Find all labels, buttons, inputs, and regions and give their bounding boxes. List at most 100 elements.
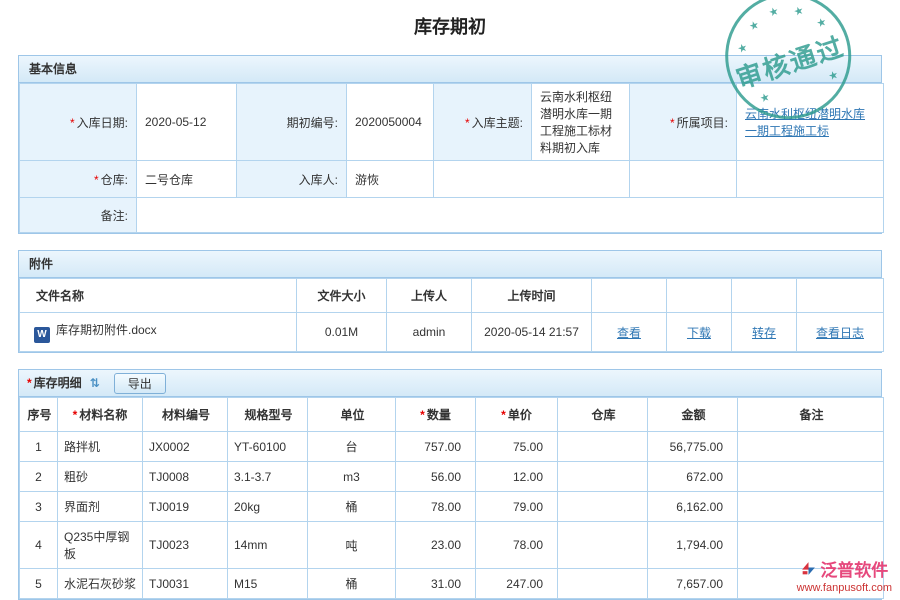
col-remark: 备注	[738, 398, 884, 432]
save-as-link[interactable]: 转存	[752, 326, 776, 340]
in-person-label-text: 入库人:	[299, 173, 338, 187]
attachment-row: W库存期初附件.docx 0.01M admin 2020-05-14 21:5…	[20, 313, 884, 352]
col-material-code-label: 材料编号	[162, 408, 210, 422]
basic-info-header: 基本信息	[19, 56, 881, 83]
cell-seq: 1	[20, 432, 58, 462]
remark-label-text: 备注:	[101, 209, 128, 223]
cell-warehouse	[558, 462, 648, 492]
cell-spec: 14mm	[228, 522, 308, 569]
cell-seq: 2	[20, 462, 58, 492]
detail-header: *库存明细 ⇅ 导出	[19, 370, 881, 397]
in-date-label-text: 入库日期:	[77, 116, 128, 130]
export-button[interactable]: 导出	[114, 373, 166, 394]
col-action	[667, 279, 732, 313]
required-mark: *	[670, 116, 675, 130]
cell-remark	[738, 432, 884, 462]
col-spec: 规格型号	[228, 398, 308, 432]
detail-table: 序号 *材料名称 材料编号 规格型号 单位 *数量 *单价 仓库 金额 备注 1…	[19, 397, 884, 599]
sort-icon[interactable]: ⇅	[90, 370, 100, 396]
col-unit: 单位	[308, 398, 396, 432]
col-uploader: 上传人	[387, 279, 472, 313]
cell-qty: 757.00	[396, 432, 476, 462]
cell-seq: 5	[20, 569, 58, 599]
empty-cell	[630, 161, 737, 198]
cell-price: 247.00	[476, 569, 558, 599]
detail-header-row: 序号 *材料名称 材料编号 规格型号 单位 *数量 *单价 仓库 金额 备注	[20, 398, 884, 432]
cell-spec: 3.1-3.7	[228, 462, 308, 492]
attachment-file-name: 库存期初附件.docx	[56, 323, 157, 337]
cell-price: 12.00	[476, 462, 558, 492]
col-action	[732, 279, 797, 313]
cell-material-code: JX0002	[143, 432, 228, 462]
in-person-value: 游恢	[347, 161, 434, 198]
initial-no-label-text: 期初编号:	[287, 116, 338, 130]
required-mark: *	[501, 408, 506, 422]
col-upload-time: 上传时间	[472, 279, 592, 313]
col-file-name: 文件名称	[20, 279, 297, 313]
initial-no-label: 期初编号:	[237, 84, 347, 161]
attachments-header: 附件	[19, 251, 881, 278]
attachment-action-cell: 查看	[592, 313, 667, 352]
detail-section: *库存明细 ⇅ 导出 序号 *材料名称 材料编号 规格型号 单位 *数量 *单价…	[18, 369, 882, 600]
project-label: *所属项目:	[630, 84, 737, 161]
detail-title-wrap: *库存明细	[27, 370, 82, 396]
col-material-code: 材料编号	[143, 398, 228, 432]
cell-warehouse	[558, 569, 648, 599]
view-log-link[interactable]: 查看日志	[816, 326, 864, 340]
warehouse-label: *仓库:	[20, 161, 137, 198]
cell-amount: 6,162.00	[648, 492, 738, 522]
col-material-name-label: 材料名称	[79, 408, 127, 422]
cell-unit: 桶	[308, 492, 396, 522]
basic-info-table: *入库日期: 2020-05-12 期初编号: 2020050004 *入库主题…	[19, 83, 884, 233]
in-subject-value: 云南水利枢纽潜明水库一期工程施工标材料期初入库	[532, 84, 630, 161]
table-row: 2 粗砂 TJ0008 3.1-3.7 m3 56.00 12.00 672.0…	[20, 462, 884, 492]
cell-seq: 3	[20, 492, 58, 522]
cell-spec: YT-60100	[228, 432, 308, 462]
cell-warehouse	[558, 522, 648, 569]
attachment-size: 0.01M	[297, 313, 387, 352]
page-title: 库存期初	[0, 0, 900, 55]
col-action	[797, 279, 884, 313]
remark-value	[137, 198, 884, 233]
attachments-title: 附件	[29, 251, 53, 277]
cell-unit: 吨	[308, 522, 396, 569]
cell-amount: 7,657.00	[648, 569, 738, 599]
col-file-size: 文件大小	[297, 279, 387, 313]
cell-spec: M15	[228, 569, 308, 599]
col-spec-label: 规格型号	[244, 408, 292, 422]
project-link[interactable]: 云南水利枢纽潜明水库一期工程施工标	[745, 107, 865, 138]
cell-qty: 78.00	[396, 492, 476, 522]
cell-remark	[738, 462, 884, 492]
cell-qty: 31.00	[396, 569, 476, 599]
download-link[interactable]: 下载	[687, 326, 711, 340]
cell-amount: 1,794.00	[648, 522, 738, 569]
cell-material-name: 水泥石灰砂浆	[58, 569, 143, 599]
col-warehouse: 仓库	[558, 398, 648, 432]
cell-material-name: 界面剂	[58, 492, 143, 522]
cell-warehouse	[558, 492, 648, 522]
warehouse-label-text: 仓库:	[101, 173, 128, 187]
in-person-label: 入库人:	[237, 161, 347, 198]
col-unit-label: 单位	[340, 408, 364, 422]
required-mark: *	[70, 116, 75, 130]
cell-material-name: 路拌机	[58, 432, 143, 462]
cell-seq: 4	[20, 522, 58, 569]
attachment-action-cell: 下载	[667, 313, 732, 352]
detail-title: 库存明细	[34, 376, 82, 390]
attachments-table: 文件名称 文件大小 上传人 上传时间 W库存期初附件.docx 0.01M ad…	[19, 278, 884, 352]
attachment-action-cell: 转存	[732, 313, 797, 352]
cell-remark	[738, 492, 884, 522]
col-seq-label: 序号	[27, 408, 51, 422]
empty-cell	[737, 161, 884, 198]
warehouse-value: 二号仓库	[137, 161, 237, 198]
brand-line: 泛普软件	[797, 556, 892, 581]
cell-warehouse	[558, 432, 648, 462]
cell-material-code: TJ0023	[143, 522, 228, 569]
table-row: 3 界面剂 TJ0019 20kg 桶 78.00 79.00 6,162.00	[20, 492, 884, 522]
basic-info-title: 基本信息	[29, 56, 77, 82]
col-qty: *数量	[396, 398, 476, 432]
cell-material-code: TJ0019	[143, 492, 228, 522]
col-amount: 金额	[648, 398, 738, 432]
required-mark: *	[27, 376, 32, 390]
view-link[interactable]: 查看	[617, 326, 641, 340]
